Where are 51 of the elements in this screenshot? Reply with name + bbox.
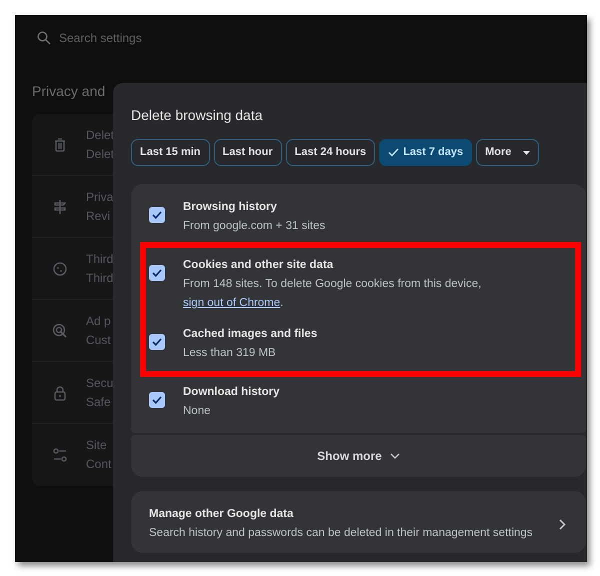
sliders-icon bbox=[52, 447, 68, 463]
dialog-title: Delete browsing data bbox=[131, 106, 264, 125]
item-title: Third bbox=[86, 250, 114, 268]
time-range-chip[interactable]: Last hour bbox=[214, 139, 282, 166]
item-subtitle: Cust bbox=[86, 332, 111, 348]
lock-icon bbox=[52, 384, 68, 400]
item-title: Delet bbox=[86, 126, 114, 144]
item-subtitle: Delet bbox=[86, 146, 114, 162]
item-subtitle: Cont bbox=[86, 456, 112, 473]
option-detail: From google.com + 31 sites bbox=[183, 219, 326, 234]
item-subtitle: Third bbox=[86, 270, 114, 286]
checkbox[interactable] bbox=[149, 392, 165, 408]
show-more-button[interactable]: Show more bbox=[131, 435, 586, 477]
sign-out-link[interactable]: sign out of Chrome bbox=[183, 297, 280, 309]
check-icon bbox=[152, 338, 162, 346]
item-subtitle: Revi bbox=[86, 208, 112, 224]
item-subtitle: Safe bbox=[86, 394, 112, 410]
option-title: Browsing history bbox=[183, 200, 278, 215]
more-dropdown[interactable]: More bbox=[476, 139, 540, 166]
option-title: Cookies and other site data bbox=[183, 258, 334, 273]
chevron-down-icon bbox=[390, 453, 400, 459]
item-title: Priva bbox=[86, 188, 114, 206]
check-icon bbox=[152, 396, 162, 404]
search-icon bbox=[37, 31, 51, 45]
option-detail: None bbox=[183, 404, 212, 419]
checkbox[interactable] bbox=[149, 334, 165, 350]
caret-icon bbox=[523, 150, 530, 154]
item-title: Site bbox=[86, 437, 108, 454]
time-range-chip[interactable]: Last 24 hours bbox=[286, 139, 376, 166]
checkbox[interactable] bbox=[149, 265, 165, 281]
cookie-icon bbox=[52, 260, 68, 276]
time-range-chip[interactable]: Last 7 days bbox=[379, 139, 472, 166]
target-cursor-icon bbox=[52, 322, 68, 338]
time-range-chip[interactable]: Last 15 min bbox=[131, 139, 210, 166]
check-icon bbox=[152, 211, 162, 219]
item-title: Ad p bbox=[86, 312, 111, 330]
chevron-right-icon bbox=[559, 518, 566, 530]
option-detail: Less than 319 MB bbox=[183, 346, 277, 361]
checkbox[interactable] bbox=[149, 207, 165, 223]
signpost-icon bbox=[52, 198, 68, 214]
manage-title: Manage other Google data bbox=[149, 507, 294, 522]
item-title: Secu bbox=[86, 374, 114, 392]
option-title: Download history bbox=[183, 385, 280, 400]
manage-description: Search history and passwords can be deleted in their management settings bbox=[149, 526, 534, 541]
option-detail: From 148 sites. To delete Google cookies from this device, sign out of Chrome. bbox=[183, 277, 482, 311]
trash-icon bbox=[52, 136, 68, 152]
check-icon bbox=[388, 148, 400, 157]
manage-data-card[interactable]: Manage other Google data Search history and passwords can be deleted in their management settings bbox=[131, 491, 586, 553]
section-heading: Privacy and bbox=[31, 82, 106, 101]
option-title: Cached images and files bbox=[183, 327, 318, 342]
check-icon bbox=[152, 269, 162, 277]
